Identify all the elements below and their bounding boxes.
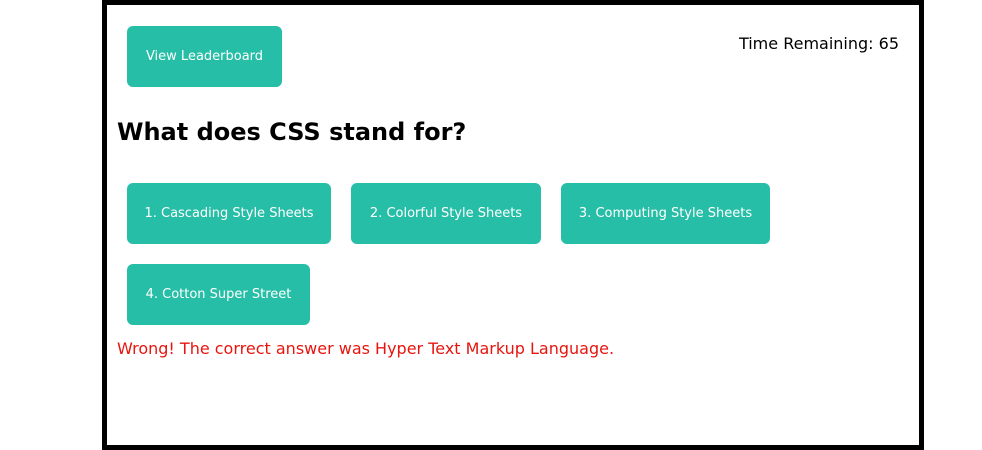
quiz-container: View Leaderboard Time Remaining: 65 What…	[102, 0, 924, 450]
time-remaining-label: Time Remaining: 65	[738, 34, 899, 53]
question-title: What does CSS stand for?	[117, 118, 467, 146]
answer-option-3-button[interactable]: 3. Computing Style Sheets	[561, 183, 770, 244]
answer-feedback-message: Wrong! The correct answer was Hyper Text…	[117, 339, 615, 358]
answer-option-2-button[interactable]: 2. Colorful Style Sheets	[351, 183, 541, 244]
answer-option-4-button[interactable]: 4. Cotton Super Street	[127, 264, 310, 325]
view-leaderboard-button[interactable]: View Leaderboard	[127, 26, 282, 87]
answer-option-1-button[interactable]: 1. Cascading Style Sheets	[127, 183, 331, 244]
